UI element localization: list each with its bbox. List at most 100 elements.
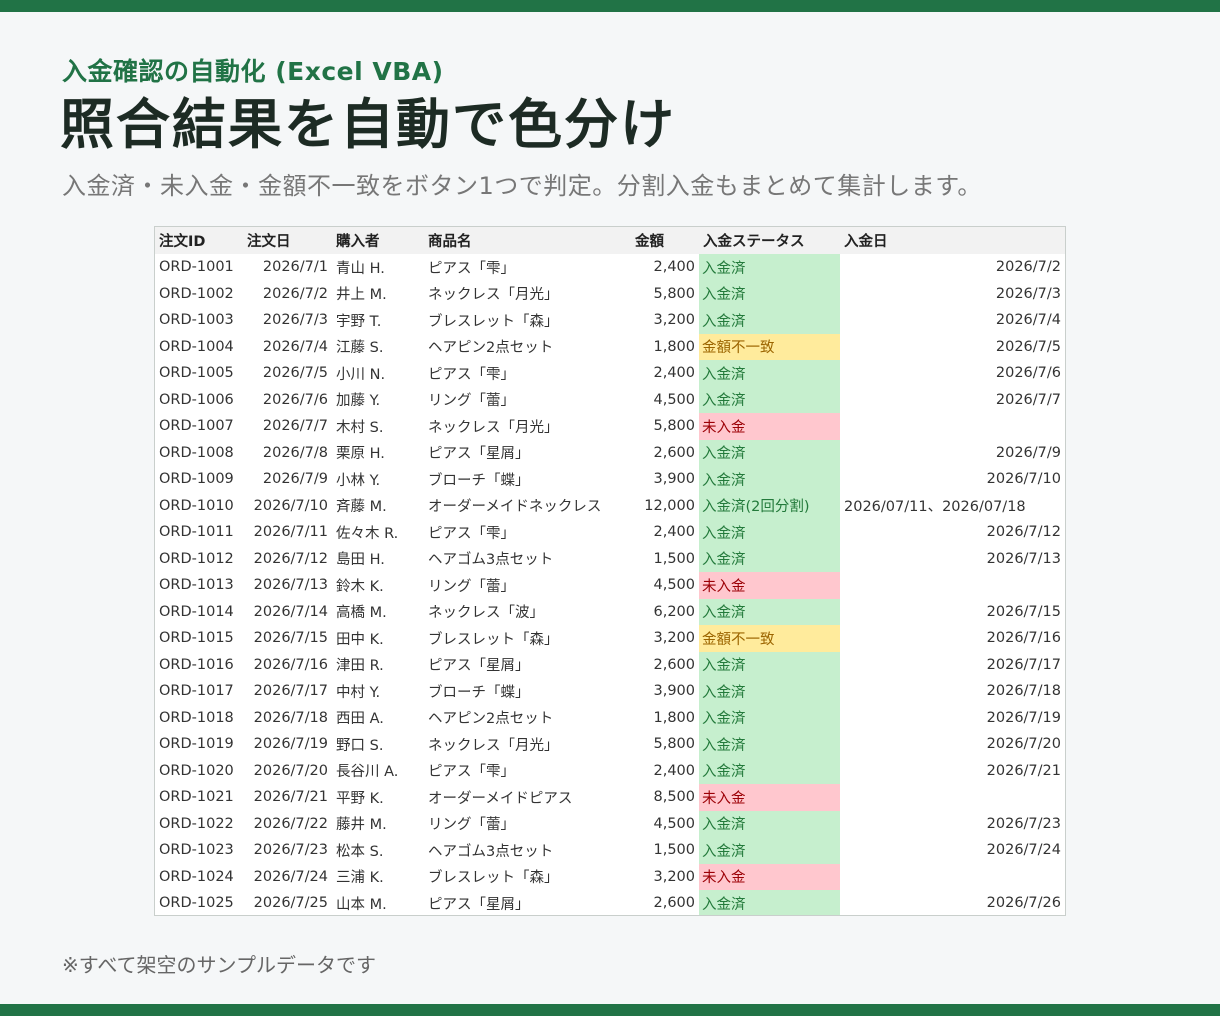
status-cell: 入金済 bbox=[699, 545, 840, 572]
paid-date-cell bbox=[840, 784, 1065, 811]
order-id-cell: ORD-1016 bbox=[159, 656, 234, 673]
buyer-cell: 津田 R. bbox=[336, 658, 384, 675]
amount-cell: 3,200 bbox=[653, 312, 695, 329]
order-date-cell: 2026/7/18 bbox=[253, 709, 328, 726]
page-subtitle: 入金済・未入金・金額不一致をボタン1つで判定。分割入金もまとめて集計します。 bbox=[62, 172, 982, 200]
item-cell: オーダーメイドネックレス bbox=[428, 499, 602, 516]
order-date-cell: 2026/7/17 bbox=[253, 683, 328, 700]
table-row: ORD-1012 2026/7/12 島田 H. ヘアゴム3点セット 1,500 入金済 2… bbox=[155, 545, 1065, 572]
table-row: ORD-1010 2026/7/10 斉藤 M. オーダーメイドネックレス 12,000… bbox=[155, 492, 1065, 519]
status-cell: 入金済 bbox=[699, 731, 840, 758]
order-id-cell: ORD-1012 bbox=[159, 550, 234, 567]
table-row: ORD-1015 2026/7/15 田中 K. ブレスレット「森」 3,200 金額不一… bbox=[155, 625, 1065, 652]
amount-cell: 4,500 bbox=[653, 577, 695, 594]
item-cell: ヘアゴム3点セット bbox=[428, 843, 554, 860]
status-cell: 入金済 bbox=[699, 254, 840, 281]
order-date-cell: 2026/7/10 bbox=[253, 497, 328, 514]
item-cell: ピアス「星屑」 bbox=[428, 896, 530, 913]
header-row: 注文ID 注文日 購入者 商品名 金額 入金ステータス 入金日 bbox=[155, 227, 1065, 254]
status-cell: 入金済 bbox=[699, 704, 840, 731]
amount-cell: 3,200 bbox=[653, 868, 695, 885]
top-accent-bar bbox=[0, 0, 1220, 12]
paid-date-cell: 2026/7/10 bbox=[986, 471, 1061, 488]
buyer-cell: 藤井 M. bbox=[336, 817, 387, 834]
paid-date-cell: 2026/7/26 bbox=[986, 895, 1061, 912]
paid-date-cell: 2026/7/15 bbox=[986, 603, 1061, 620]
buyer-cell: 中村 Y. bbox=[336, 684, 381, 701]
order-date-cell: 2026/7/4 bbox=[262, 338, 328, 355]
table-row: ORD-1011 2026/7/11 佐々木 R. ピアス「雫」 2,400 入金済 202… bbox=[155, 519, 1065, 546]
paid-date-cell: 2026/7/3 bbox=[995, 285, 1061, 302]
status-cell: 入金済 bbox=[699, 678, 840, 705]
item-cell: ネックレス「月光」 bbox=[428, 419, 559, 436]
buyer-cell: 木村 S. bbox=[336, 419, 384, 436]
amount-cell: 2,600 bbox=[653, 656, 695, 673]
buyer-cell: 宇野 T. bbox=[336, 313, 382, 330]
amount-cell: 4,500 bbox=[653, 391, 695, 408]
status-cell: 入金済 bbox=[699, 890, 840, 915]
item-cell: ブローチ「蝶」 bbox=[428, 472, 530, 489]
amount-cell: 2,400 bbox=[653, 365, 695, 382]
buyer-cell: 加藤 Y. bbox=[336, 393, 381, 410]
order-id-cell: ORD-1010 bbox=[159, 497, 234, 514]
status-cell: 入金済 bbox=[699, 598, 840, 625]
item-cell: ネックレス「月光」 bbox=[428, 737, 559, 754]
paid-date-cell: 2026/7/13 bbox=[986, 550, 1061, 567]
table-row: ORD-1022 2026/7/22 藤井 M. リング「蕾」 4,500 入金済 2026… bbox=[155, 810, 1065, 837]
buyer-cell: 長谷川 A. bbox=[336, 764, 399, 781]
bottom-accent-bar bbox=[0, 1004, 1220, 1016]
order-date-cell: 2026/7/12 bbox=[253, 550, 328, 567]
item-cell: ネックレス「月光」 bbox=[428, 287, 559, 304]
status-cell: 入金済 bbox=[699, 466, 840, 493]
col-header-status: 入金ステータス bbox=[699, 227, 840, 254]
amount-cell: 2,400 bbox=[653, 762, 695, 779]
item-cell: ピアス「星屑」 bbox=[428, 446, 530, 463]
order-date-cell: 2026/7/16 bbox=[253, 656, 328, 673]
table-row: ORD-1013 2026/7/13 鈴木 K. リング「蕾」 4,500 未入金 bbox=[155, 572, 1065, 599]
status-cell: 入金済 bbox=[699, 651, 840, 678]
order-date-cell: 2026/7/15 bbox=[253, 630, 328, 647]
amount-cell: 5,800 bbox=[653, 418, 695, 435]
buyer-cell: 高橋 M. bbox=[336, 605, 387, 622]
status-cell: 未入金 bbox=[699, 572, 840, 599]
status-cell: 入金済 bbox=[699, 307, 840, 334]
item-cell: ヘアピン2点セット bbox=[428, 340, 554, 357]
order-id-cell: ORD-1001 bbox=[159, 259, 234, 276]
paid-date-cell: 2026/7/6 bbox=[995, 365, 1061, 382]
order-date-cell: 2026/7/20 bbox=[253, 762, 328, 779]
order-date-cell: 2026/7/6 bbox=[262, 391, 328, 408]
amount-cell: 2,400 bbox=[653, 524, 695, 541]
order-id-cell: ORD-1020 bbox=[159, 762, 234, 779]
table-row: ORD-1025 2026/7/25 山本 M. ピアス「星屑」 2,600 入金済 202… bbox=[155, 890, 1065, 915]
paid-date-cell: 2026/7/21 bbox=[986, 762, 1061, 779]
amount-cell: 1,800 bbox=[653, 338, 695, 355]
item-cell: ブローチ「蝶」 bbox=[428, 684, 530, 701]
buyer-cell: 斉藤 M. bbox=[336, 499, 387, 516]
item-cell: ネックレス「波」 bbox=[428, 605, 544, 622]
paid-date-cell: 2026/7/20 bbox=[986, 736, 1061, 753]
order-id-cell: ORD-1008 bbox=[159, 444, 234, 461]
table-row: ORD-1018 2026/7/18 西田 A. ヘアピン2点セット 1,800 入金済 2… bbox=[155, 704, 1065, 731]
item-cell: ピアス「雫」 bbox=[428, 260, 515, 277]
buyer-cell: 小林 Y. bbox=[336, 472, 381, 489]
order-id-cell: ORD-1013 bbox=[159, 577, 234, 594]
amount-cell: 3,900 bbox=[653, 471, 695, 488]
order-id-cell: ORD-1025 bbox=[159, 895, 234, 912]
status-cell: 入金済 bbox=[699, 837, 840, 864]
paid-date-cell: 2026/7/7 bbox=[995, 391, 1061, 408]
amount-cell: 1,500 bbox=[653, 842, 695, 859]
table-row: ORD-1023 2026/7/23 松本 S. ヘアゴム3点セット 1,500 入金済 2… bbox=[155, 837, 1065, 864]
table-row: ORD-1024 2026/7/24 三浦 K. ブレスレット「森」 3,200 未入金 bbox=[155, 863, 1065, 890]
status-cell: 未入金 bbox=[699, 413, 840, 440]
buyer-cell: 三浦 K. bbox=[336, 870, 384, 887]
paid-date-cell: 2026/7/24 bbox=[986, 842, 1061, 859]
buyer-cell: 田中 K. bbox=[336, 631, 384, 648]
col-header-order-date: 注文日 bbox=[243, 227, 332, 254]
paid-date-cell: 2026/7/9 bbox=[995, 444, 1061, 461]
buyer-cell: 島田 H. bbox=[336, 552, 385, 569]
order-table: 注文ID 注文日 購入者 商品名 金額 入金ステータス 入金日 ORD-1001… bbox=[155, 227, 1065, 915]
item-cell: ピアス「雫」 bbox=[428, 525, 515, 542]
order-date-cell: 2026/7/14 bbox=[253, 603, 328, 620]
status-cell: 入金済 bbox=[699, 757, 840, 784]
paid-date-cell: 2026/7/19 bbox=[986, 709, 1061, 726]
